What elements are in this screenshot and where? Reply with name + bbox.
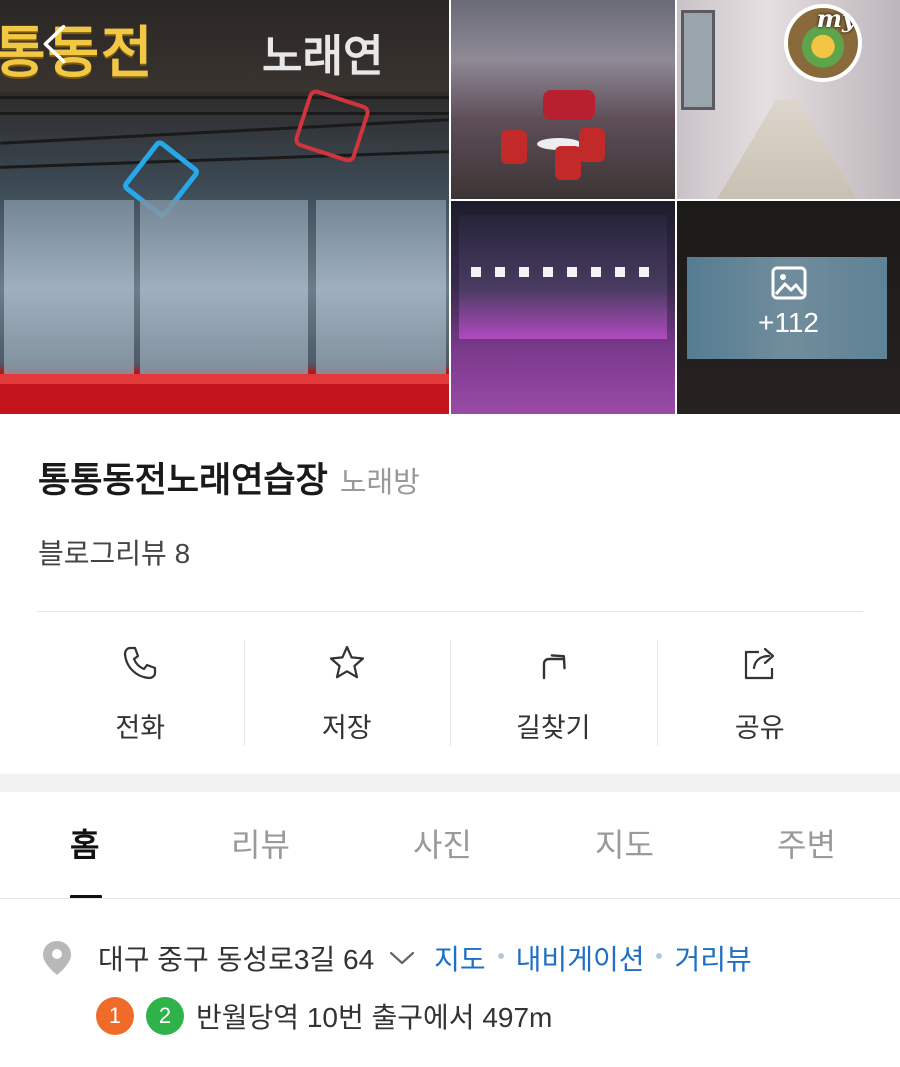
window-pane — [316, 200, 446, 378]
wire — [0, 150, 449, 169]
tab-reviews[interactable]: 리뷰 — [231, 820, 290, 866]
interior-photo[interactable] — [451, 0, 675, 199]
more-photos-count: +112 — [758, 306, 819, 338]
place-title-row: 통통동전노래연습장 노래방 — [38, 452, 420, 503]
photo-gallery: 통동전 노래연 +112 — [0, 0, 900, 414]
action-bar: 전화 저장 길찾기 공유 — [37, 640, 863, 746]
separator-dot — [497, 953, 504, 959]
karaoke-screen — [459, 215, 667, 339]
chair — [555, 146, 581, 180]
my-badge-label: my — [816, 4, 856, 33]
subway-line-2-badge: 2 — [146, 997, 184, 1035]
place-name: 통통동전노래연습장 — [38, 461, 328, 500]
wire — [0, 96, 449, 99]
location-pin-icon — [43, 941, 71, 975]
section-separator — [0, 774, 900, 792]
chevron-down-icon[interactable] — [388, 948, 416, 968]
blog-review-count[interactable]: 블로그리뷰 8 — [38, 532, 190, 572]
map-link[interactable]: 지도 — [434, 938, 486, 978]
call-label: 전화 — [115, 713, 166, 743]
tab-photos[interactable]: 사진 — [413, 820, 472, 866]
tab-divider — [0, 898, 900, 899]
directions-button[interactable]: 길찾기 — [450, 640, 657, 746]
share-button[interactable]: 공유 — [656, 640, 864, 746]
share-label: 공유 — [734, 713, 785, 743]
tab-map[interactable]: 지도 — [595, 820, 654, 866]
karaoke-screen-photo[interactable] — [451, 201, 675, 414]
sofa — [543, 90, 595, 120]
street-view-link[interactable]: 거리뷰 — [674, 938, 751, 978]
wire — [0, 118, 449, 145]
red-awning-top — [0, 374, 449, 384]
tab-nearby[interactable]: 주변 — [777, 820, 836, 866]
save-label: 저장 — [321, 713, 372, 743]
subway-row: 1 2 반월당역 10번 출구에서 497m — [96, 996, 552, 1036]
back-button[interactable] — [30, 18, 78, 70]
directions-label: 길찾기 — [515, 713, 591, 743]
hall-window — [681, 10, 715, 110]
image-icon — [771, 266, 806, 299]
directions-icon — [543, 654, 566, 680]
share-icon — [744, 647, 774, 680]
chair — [501, 130, 527, 164]
window-pane — [140, 200, 308, 378]
subway-distance-text: 반월당역 10번 출구에서 497m — [196, 1002, 553, 1033]
chair — [579, 128, 605, 162]
sign-text-secondary: 노래연 — [262, 31, 384, 82]
save-button[interactable]: 저장 — [243, 640, 451, 746]
more-photos-button[interactable]: +112 — [677, 201, 900, 414]
lyric-bars — [471, 267, 651, 277]
separator-dot — [656, 953, 663, 959]
window-pane — [4, 200, 134, 378]
navigation-link[interactable]: 내비게이션 — [516, 938, 645, 978]
address-text: 대구 중구 동성로3길 64 — [98, 944, 375, 975]
divider — [37, 611, 863, 612]
call-button[interactable]: 전화 — [37, 640, 244, 746]
wire — [0, 112, 449, 115]
my-profile-button[interactable]: my — [784, 4, 862, 82]
subway-line-1-badge: 1 — [96, 997, 134, 1035]
tab-home[interactable]: 홈 — [70, 820, 99, 866]
phone-icon — [124, 646, 157, 680]
place-category: 노래방 — [339, 467, 420, 499]
address-row: 대구 중구 동성로3길 64 지도 내비게이션 거리뷰 — [42, 938, 752, 978]
hall-floor — [717, 100, 857, 199]
chevron-left-icon — [43, 24, 66, 64]
star-icon — [329, 645, 364, 679]
